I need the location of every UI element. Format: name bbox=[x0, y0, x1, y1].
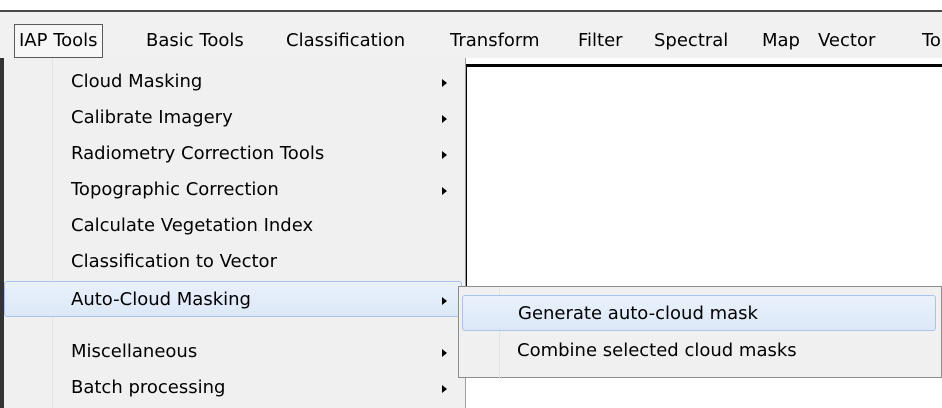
menu-item-calibrate-imagery[interactable]: Calibrate Imagery bbox=[4, 100, 462, 136]
submenu-arrow-icon bbox=[442, 297, 447, 305]
submenu-arrow-icon bbox=[442, 187, 447, 195]
submenu-item-label: Generate auto-cloud mask bbox=[518, 303, 758, 324]
menu-filter[interactable]: Filter bbox=[578, 24, 623, 58]
submenu-arrow-icon bbox=[442, 349, 447, 357]
menu-item-label: Auto-Cloud Masking bbox=[71, 289, 251, 310]
menu-item-radiometry-correction-tools[interactable]: Radiometry Correction Tools bbox=[4, 136, 462, 172]
menu-item-label: Classification to Vector bbox=[71, 251, 277, 272]
submenu-item-generate-auto-cloud-mask[interactable]: Generate auto-cloud mask bbox=[462, 295, 936, 331]
menu-item-label: Calibrate Imagery bbox=[71, 107, 233, 128]
menu-tools-truncated[interactable]: To bbox=[922, 24, 941, 58]
menubar: IAP Tools Basic Tools Classification Tra… bbox=[0, 12, 942, 58]
submenu-item-label: Combine selected cloud masks bbox=[517, 340, 797, 361]
menu-spectral[interactable]: Spectral bbox=[654, 24, 728, 58]
menu-item-topographic-correction[interactable]: Topographic Correction bbox=[4, 172, 462, 208]
menu-vector[interactable]: Vector bbox=[818, 24, 875, 58]
menu-item-label: Radiometry Correction Tools bbox=[71, 143, 325, 164]
auto-cloud-masking-submenu: Generate auto-cloud mask Combine selecte… bbox=[458, 286, 942, 379]
menu-item-label: Topographic Correction bbox=[71, 179, 279, 200]
submenu-arrow-icon bbox=[442, 151, 447, 159]
menu-map[interactable]: Map bbox=[762, 24, 800, 58]
menu-basic-tools[interactable]: Basic Tools bbox=[146, 24, 244, 58]
menu-iap-tools[interactable]: IAP Tools bbox=[14, 24, 103, 58]
submenu-item-combine-selected-cloud-masks[interactable]: Combine selected cloud masks bbox=[462, 333, 936, 369]
menu-item-label: Calculate Vegetation Index bbox=[71, 215, 314, 236]
menu-classification[interactable]: Classification bbox=[286, 24, 405, 58]
menu-transform[interactable]: Transform bbox=[450, 24, 540, 58]
menu-item-label: Cloud Masking bbox=[71, 71, 203, 92]
iap-tools-dropdown: Cloud Masking Calibrate Imagery Radiomet… bbox=[4, 58, 466, 408]
menu-item-cloud-masking[interactable]: Cloud Masking bbox=[4, 64, 462, 100]
menu-item-classification-to-vector[interactable]: Classification to Vector bbox=[4, 244, 462, 280]
canvas-border-top bbox=[466, 64, 942, 67]
submenu-arrow-icon bbox=[442, 79, 447, 87]
submenu-arrow-icon bbox=[442, 385, 447, 393]
menu-item-miscellaneous[interactable]: Miscellaneous bbox=[4, 334, 462, 370]
menu-item-label: Miscellaneous bbox=[71, 341, 198, 362]
menu-item-batch-processing[interactable]: Batch processing bbox=[4, 370, 462, 406]
menu-item-label: Batch processing bbox=[71, 377, 226, 398]
submenu-arrow-icon bbox=[442, 115, 447, 123]
window-top-area bbox=[0, 0, 942, 10]
menu-item-auto-cloud-masking[interactable]: Auto-Cloud Masking bbox=[4, 281, 462, 317]
menu-item-calculate-vegetation-index[interactable]: Calculate Vegetation Index bbox=[4, 208, 462, 244]
